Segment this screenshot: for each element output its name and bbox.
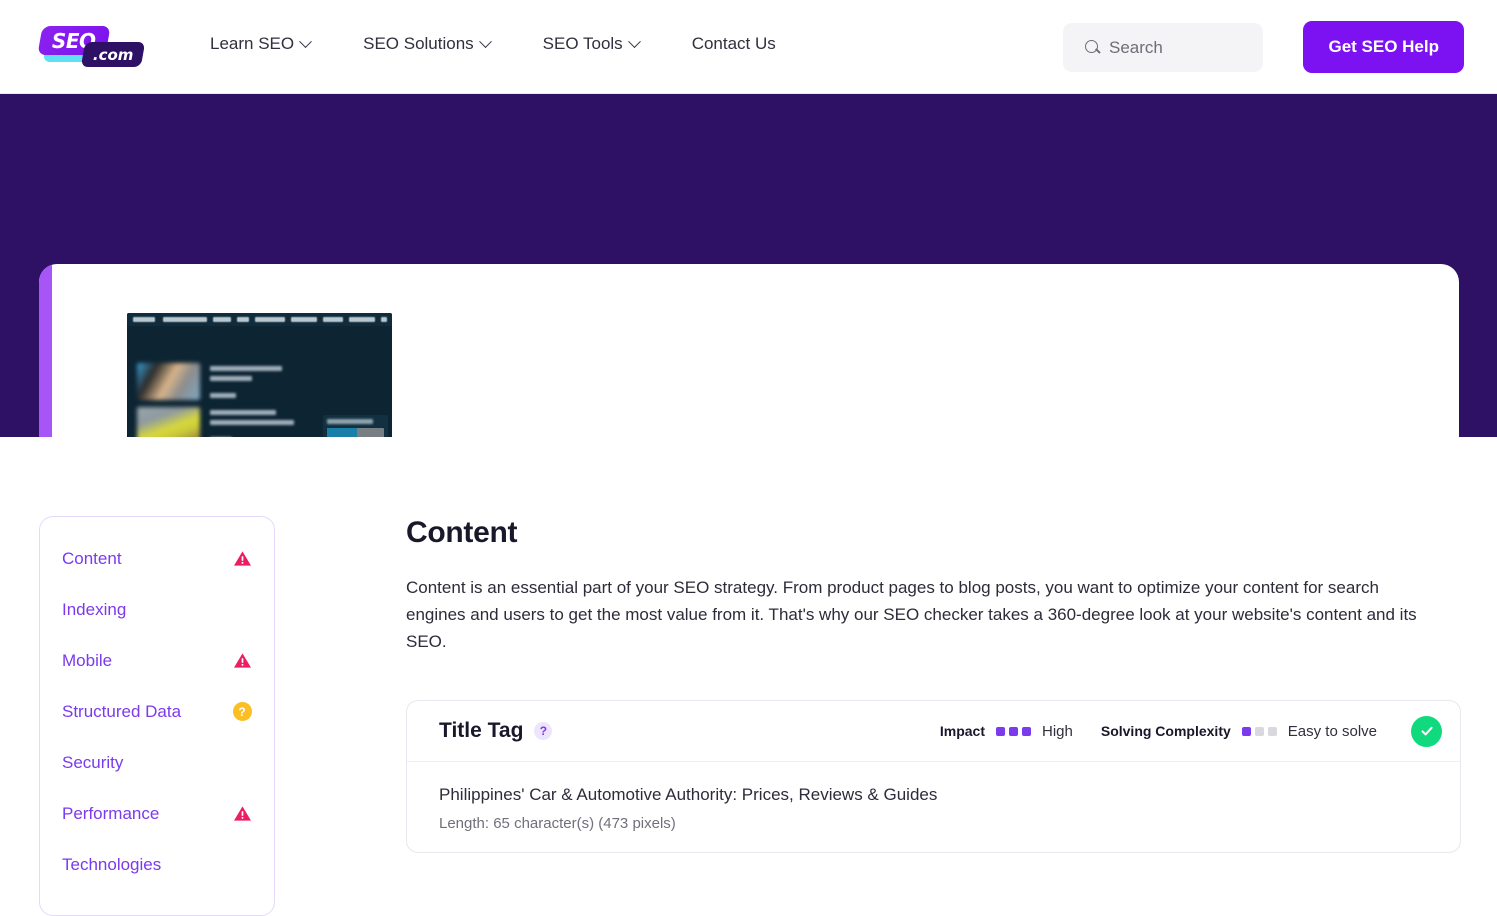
sidebar-item-label: Security [62, 752, 124, 772]
search-icon [1085, 40, 1100, 55]
sidebar-item-label: Structured Data [62, 701, 182, 721]
search-box[interactable] [1063, 23, 1263, 72]
thumbnail-article-1 [137, 363, 282, 400]
sidebar-item-label: Content [62, 548, 122, 568]
main-navigation: Learn SEO SEO Solutions SEO Tools Contac… [210, 34, 802, 54]
nav-item-seo-solutions[interactable]: SEO Solutions [363, 34, 516, 54]
sidebar-item-performance[interactable]: Performance [62, 788, 252, 839]
hero-band: March 06, 2024 21:12:05 75 Your SEO Scor… [0, 94, 1497, 531]
question-circle-icon: ? [232, 702, 252, 722]
sidebar-item-label: Indexing [62, 599, 127, 619]
page-title: Content [406, 516, 518, 549]
card-title: Title Tag [439, 719, 524, 742]
nav-label: SEO Tools [542, 34, 623, 53]
nav-item-contact-us[interactable]: Contact Us [692, 34, 802, 54]
nav-item-learn-seo[interactable]: Learn SEO [210, 34, 336, 54]
sidebar-item-indexing[interactable]: Indexing [62, 584, 252, 635]
logo-com-text: .com [92, 45, 134, 64]
complexity-value: Easy to solve [1287, 722, 1377, 740]
status-badge [1411, 715, 1442, 747]
chevron-down-icon [299, 34, 312, 48]
site-preview-thumbnail [127, 313, 392, 457]
warning-triangle-icon [232, 549, 252, 569]
sidebar-item-label: Technologies [62, 854, 162, 874]
content-section: Content Content is an essential part of … [406, 516, 1461, 853]
question-mark-icon[interactable]: ? [534, 722, 553, 740]
title-tag-length: Length: 65 character(s) (473 pixels) [439, 815, 676, 832]
warning-triangle-icon [232, 651, 252, 671]
chevron-down-icon [627, 34, 641, 48]
section-description: Content is an essential part of your SEO… [406, 578, 1417, 651]
chevron-down-icon [478, 34, 492, 48]
impact-label: Impact [939, 723, 985, 739]
category-sidebar: Content Indexing Mobile Structured Data … [39, 516, 275, 916]
thumbnail-image [137, 363, 200, 400]
nav-item-seo-tools[interactable]: SEO Tools [543, 34, 665, 54]
card-header: Title Tag ? Impact High Solving Complexi… [407, 701, 1460, 762]
impact-value: High [1042, 722, 1073, 740]
sidebar-item-mobile[interactable]: Mobile [62, 635, 252, 686]
nav-label: Contact Us [691, 34, 776, 53]
search-input[interactable] [1109, 37, 1249, 58]
title-tag-value: Philippines' Car & Automotive Authority:… [439, 785, 938, 804]
card-body: Philippines' Car & Automotive Authority:… [407, 762, 1460, 852]
warning-triangle-icon [232, 804, 252, 824]
title-tag-card: Title Tag ? Impact High Solving Complexi… [406, 700, 1461, 853]
complexity-label: Solving Complexity [1100, 723, 1231, 739]
card-meters: Impact High Solving Complexity Easy to s… [939, 715, 1442, 747]
site-header: SEO .com Learn SEO SEO Solutions SEO Too… [0, 0, 1497, 94]
main-content: Content Indexing Mobile Structured Data … [0, 437, 1497, 916]
sidebar-item-technologies[interactable]: Technologies [62, 839, 252, 890]
sidebar-item-content[interactable]: Content [62, 533, 252, 584]
get-seo-help-button[interactable]: Get SEO Help [1303, 21, 1464, 73]
sidebar-item-label: Mobile [62, 650, 113, 670]
thumbnail-navbar [127, 313, 392, 326]
site-logo[interactable]: SEO .com [37, 22, 146, 70]
check-icon [1421, 726, 1433, 736]
nav-label: SEO Solutions [363, 34, 474, 53]
complexity-dots [1241, 726, 1277, 736]
sidebar-item-security[interactable]: Security [62, 737, 252, 788]
sidebar-item-label: Performance [62, 803, 160, 823]
logo-com-badge: .com [80, 42, 146, 67]
nav-label: Learn SEO [210, 34, 295, 53]
impact-dots [996, 726, 1031, 736]
sidebar-item-structured-data[interactable]: Structured Data ? [62, 686, 252, 737]
